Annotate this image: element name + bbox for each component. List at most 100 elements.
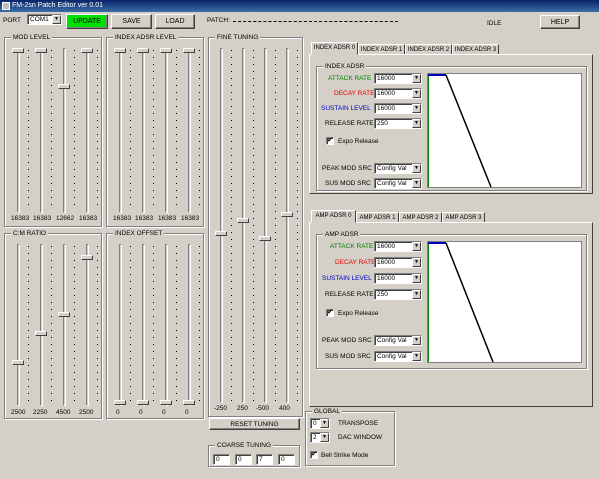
slider-thumb[interactable]: [114, 400, 126, 405]
fine-tuning-slider-2[interactable]: [237, 48, 254, 403]
index-adsr-level-value-3: 16383: [158, 215, 177, 222]
index-offset-slider-4[interactable]: [183, 244, 200, 406]
fine-tuning-value-4: 400: [279, 405, 290, 412]
amp-expo-release-checkbox[interactable]: ✔: [326, 309, 334, 317]
slider-thumb[interactable]: [160, 400, 172, 405]
amp-release-label: RELEASE RATE: [325, 291, 374, 298]
index-adsr-level-slider-3[interactable]: [160, 48, 177, 213]
mod-level-group: MOD LEVEL 16383 16383 12662 16383: [4, 33, 102, 227]
fine-tuning-value-3: -500: [256, 405, 270, 412]
slider-thumb[interactable]: [237, 218, 249, 223]
index-adsr-level-group: INDEX ADSR LEVEL 16383 16383 16383 16383: [106, 33, 204, 227]
fine-tuning-slider-1[interactable]: [215, 48, 232, 403]
tab-amp-adsr-0[interactable]: AMP ADSR 0: [311, 210, 356, 223]
patch-name-field[interactable]: [233, 21, 398, 22]
coarse-tuning-input-4[interactable]: 0: [278, 454, 295, 465]
index-sustain-label: SUSTAIN LEVEL: [321, 105, 371, 112]
amp-attack-select[interactable]: 16000 ▼: [374, 241, 422, 252]
amp-release-value: 250: [377, 291, 388, 298]
mod-level-slider-3[interactable]: [58, 48, 75, 213]
dac-window-label: DAC WINDOW: [338, 434, 383, 441]
slider-thumb[interactable]: [81, 48, 93, 53]
bell-strike-checkbox[interactable]: ✔: [310, 451, 318, 459]
index-decay-value: 16000: [377, 90, 396, 97]
coarse-tuning-input-1[interactable]: 0: [213, 454, 230, 465]
index-adsr-level-slider-4[interactable]: [183, 48, 200, 213]
coarse-tuning-input-3[interactable]: 7: [256, 454, 273, 465]
chevron-down-icon: ▼: [412, 119, 421, 128]
slider-thumb[interactable]: [259, 236, 271, 241]
fine-tuning-slider-3[interactable]: [259, 48, 276, 403]
tab-index-adsr-0[interactable]: INDEX ADSR 0: [311, 42, 358, 55]
index-adsr-level-value-4: 16383: [181, 215, 200, 222]
dac-window-select[interactable]: 2 ▼: [310, 432, 330, 443]
save-button[interactable]: SAVE: [111, 14, 152, 29]
index-adsr-level-slider-1[interactable]: [114, 48, 131, 213]
slider-thumb[interactable]: [114, 48, 126, 53]
index-adsr-envelope-graph: [427, 73, 582, 188]
mod-level-slider-1[interactable]: [12, 48, 29, 213]
cm-ratio-value-1: 2500: [11, 409, 26, 416]
chevron-down-icon: ▼: [412, 104, 421, 113]
index-peak-mod-select[interactable]: Config Val ▼: [374, 163, 422, 174]
index-sus-mod-select[interactable]: Config Val ▼: [374, 178, 422, 189]
port-value: COM1: [30, 16, 49, 23]
slider-thumb[interactable]: [281, 212, 293, 217]
slider-thumb[interactable]: [35, 48, 47, 53]
slider-thumb[interactable]: [35, 331, 47, 336]
mod-level-slider-4[interactable]: [81, 48, 98, 213]
slider-thumb[interactable]: [137, 48, 149, 53]
index-offset-slider-1[interactable]: [114, 244, 131, 406]
fine-tuning-slider-4[interactable]: [281, 48, 298, 403]
amp-peak-mod-select[interactable]: Config Val ▼: [374, 335, 422, 346]
chevron-down-icon: ▼: [412, 89, 421, 98]
chevron-down-icon: ▼: [412, 274, 421, 283]
load-button[interactable]: LOAD: [155, 14, 195, 29]
slider-thumb[interactable]: [137, 400, 149, 405]
chevron-down-icon: ▼: [412, 258, 421, 267]
slider-thumb[interactable]: [58, 84, 70, 89]
amp-decay-select[interactable]: 16000 ▼: [374, 257, 422, 268]
slider-thumb[interactable]: [58, 312, 70, 317]
chevron-down-icon: ▼: [412, 352, 421, 361]
amp-sustain-select[interactable]: 16000 ▼: [374, 273, 422, 284]
slider-thumb[interactable]: [183, 48, 195, 53]
chevron-down-icon: ▼: [412, 242, 421, 251]
index-attack-select[interactable]: 16000 ▼: [374, 73, 422, 84]
chevron-down-icon: ▼: [412, 290, 421, 299]
coarse-tuning-input-2[interactable]: 0: [235, 454, 252, 465]
window-title: FM-2sn Patch Editor ver 0.01: [12, 2, 104, 9]
slider-thumb[interactable]: [12, 48, 24, 53]
amp-adsr-panel: AMP ADSR ATTACK RATE 16000 ▼ DECAY RATE 1…: [309, 222, 593, 407]
transpose-select[interactable]: 0 ▼: [310, 418, 330, 429]
index-release-select[interactable]: 250 ▼: [374, 118, 422, 129]
cm-ratio-slider-4[interactable]: [81, 244, 98, 406]
cm-ratio-slider-1[interactable]: [12, 244, 29, 406]
cm-ratio-slider-2[interactable]: [35, 244, 52, 406]
slider-thumb[interactable]: [81, 255, 93, 260]
help-button[interactable]: HELP: [540, 15, 580, 29]
index-adsr-level-slider-2[interactable]: [137, 48, 154, 213]
index-decay-select[interactable]: 16000 ▼: [374, 88, 422, 99]
index-offset-slider-2[interactable]: [137, 244, 154, 406]
slider-thumb[interactable]: [215, 231, 227, 236]
port-select[interactable]: COM1 ▼: [27, 14, 62, 25]
amp-release-select[interactable]: 250 ▼: [374, 289, 422, 300]
amp-sus-mod-select[interactable]: Config Val ▼: [374, 351, 422, 362]
amp-peak-mod-label: PEAK MOD SRC: [322, 337, 372, 344]
bell-strike-label: Bell Strike Mode: [321, 452, 369, 459]
index-envelope-svg: [427, 74, 492, 188]
amp-attack-value: 16000: [377, 243, 396, 250]
mod-level-slider-2[interactable]: [35, 48, 52, 213]
index-expo-release-checkbox[interactable]: ✔: [326, 137, 334, 145]
index-expo-release-label: Expo Release: [338, 138, 379, 145]
slider-thumb[interactable]: [160, 48, 172, 53]
slider-thumb[interactable]: [12, 360, 24, 365]
cm-ratio-slider-3[interactable]: [58, 244, 75, 406]
slider-thumb[interactable]: [183, 400, 195, 405]
index-sustain-select[interactable]: 16000 ▼: [374, 103, 422, 114]
index-offset-slider-3[interactable]: [160, 244, 177, 406]
reset-tuning-button[interactable]: RESET TUNING: [209, 418, 300, 430]
mod-level-value-1: 16383: [11, 215, 30, 222]
update-button[interactable]: UPDATE: [66, 14, 108, 29]
